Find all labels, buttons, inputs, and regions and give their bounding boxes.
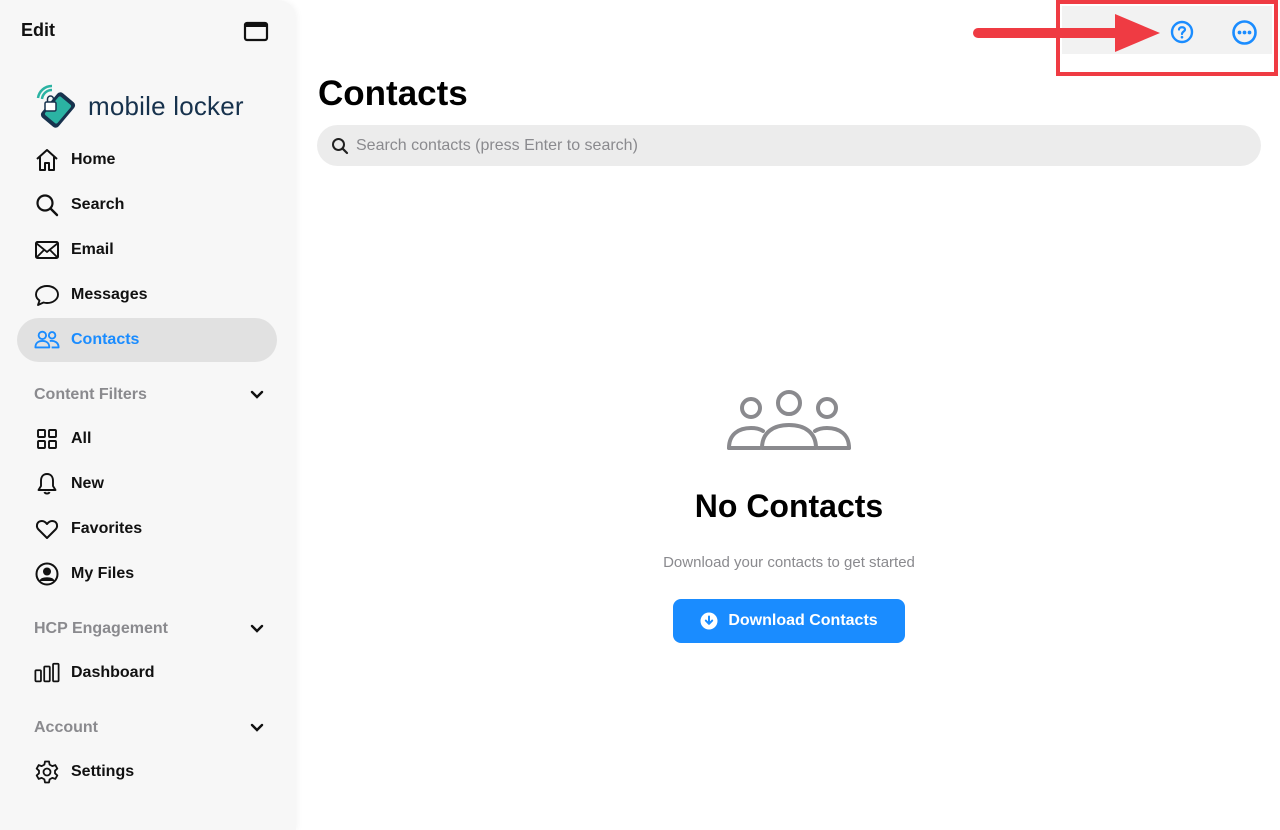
nav-item-label: Messages: [71, 286, 148, 303]
sidebar: Edit mobile locker Home Search Email Mes…: [0, 0, 296, 830]
people-icon: [34, 327, 60, 353]
section-label: HCP Engagement: [34, 620, 168, 637]
contacts-search-bar[interactable]: [317, 125, 1261, 166]
nav-item-all[interactable]: All: [17, 417, 277, 461]
empty-state-subtitle: Download your contacts to get started: [663, 554, 915, 571]
nav-item-search[interactable]: Search: [17, 183, 277, 227]
logo-mark-icon: [36, 84, 76, 128]
download-circle-icon: [700, 612, 718, 630]
app-window: Edit mobile locker Home Search Email Mes…: [0, 0, 1280, 830]
sidebar-toggle-icon[interactable]: [243, 21, 269, 43]
user-circle-icon: [34, 561, 60, 587]
nav-item-label: Search: [71, 196, 125, 213]
chevron-down-icon: [250, 624, 264, 633]
chevron-down-icon: [250, 723, 264, 732]
home-icon: [34, 147, 60, 173]
nav-item-label: Email: [71, 241, 114, 258]
bell-icon: [34, 471, 60, 497]
grid-icon: [34, 426, 60, 452]
envelope-icon: [34, 237, 60, 263]
section-label: Account: [34, 719, 98, 736]
section-header-account[interactable]: Account: [34, 716, 264, 740]
nav-item-settings[interactable]: Settings: [17, 750, 277, 794]
search-input[interactable]: [356, 136, 1236, 155]
logo-text: mobile locker: [88, 90, 244, 121]
nav-item-favorites[interactable]: Favorites: [17, 507, 277, 551]
nav-item-label: Settings: [71, 763, 135, 780]
section-header-hcp-engagement[interactable]: HCP Engagement: [34, 617, 264, 641]
page-title: Contacts: [318, 74, 468, 113]
empty-state-title: No Contacts: [694, 488, 884, 524]
nav-item-label: Dashboard: [71, 664, 155, 681]
chat-bubble-icon: [34, 282, 60, 308]
nav-item-dashboard[interactable]: Dashboard: [17, 651, 277, 695]
nav-item-label: Favorites: [71, 520, 143, 537]
nav-item-label: Contacts: [71, 331, 140, 348]
search-icon: [34, 192, 60, 218]
nav-item-label: Home: [71, 151, 116, 168]
chevron-down-icon: [250, 390, 264, 399]
nav-item-messages[interactable]: Messages: [17, 273, 277, 317]
download-contacts-button[interactable]: Download Contacts: [673, 599, 905, 643]
nav-item-email[interactable]: Email: [17, 228, 277, 272]
section-header-content-filters[interactable]: Content Filters: [34, 383, 264, 407]
nav-item-home[interactable]: Home: [17, 138, 277, 182]
nav-item-label: New: [71, 475, 104, 492]
nav-item-new[interactable]: New: [17, 462, 277, 506]
bar-chart-icon: [34, 660, 60, 686]
nav-item-label: All: [71, 430, 92, 447]
download-contacts-label: Download Contacts: [728, 612, 878, 629]
nav-item-contacts[interactable]: Contacts: [17, 318, 277, 362]
heart-icon: [34, 516, 60, 542]
annotation-arrow-icon: [973, 14, 1160, 52]
gear-icon: [34, 759, 60, 785]
section-label: Content Filters: [34, 386, 147, 403]
mobile-locker-logo: mobile locker: [32, 82, 244, 130]
nav-item-label: My Files: [71, 565, 135, 582]
people-group-icon: [727, 390, 851, 450]
edit-button[interactable]: Edit: [21, 20, 55, 41]
nav-item-my-files[interactable]: My Files: [17, 552, 277, 596]
search-icon: [332, 137, 349, 154]
